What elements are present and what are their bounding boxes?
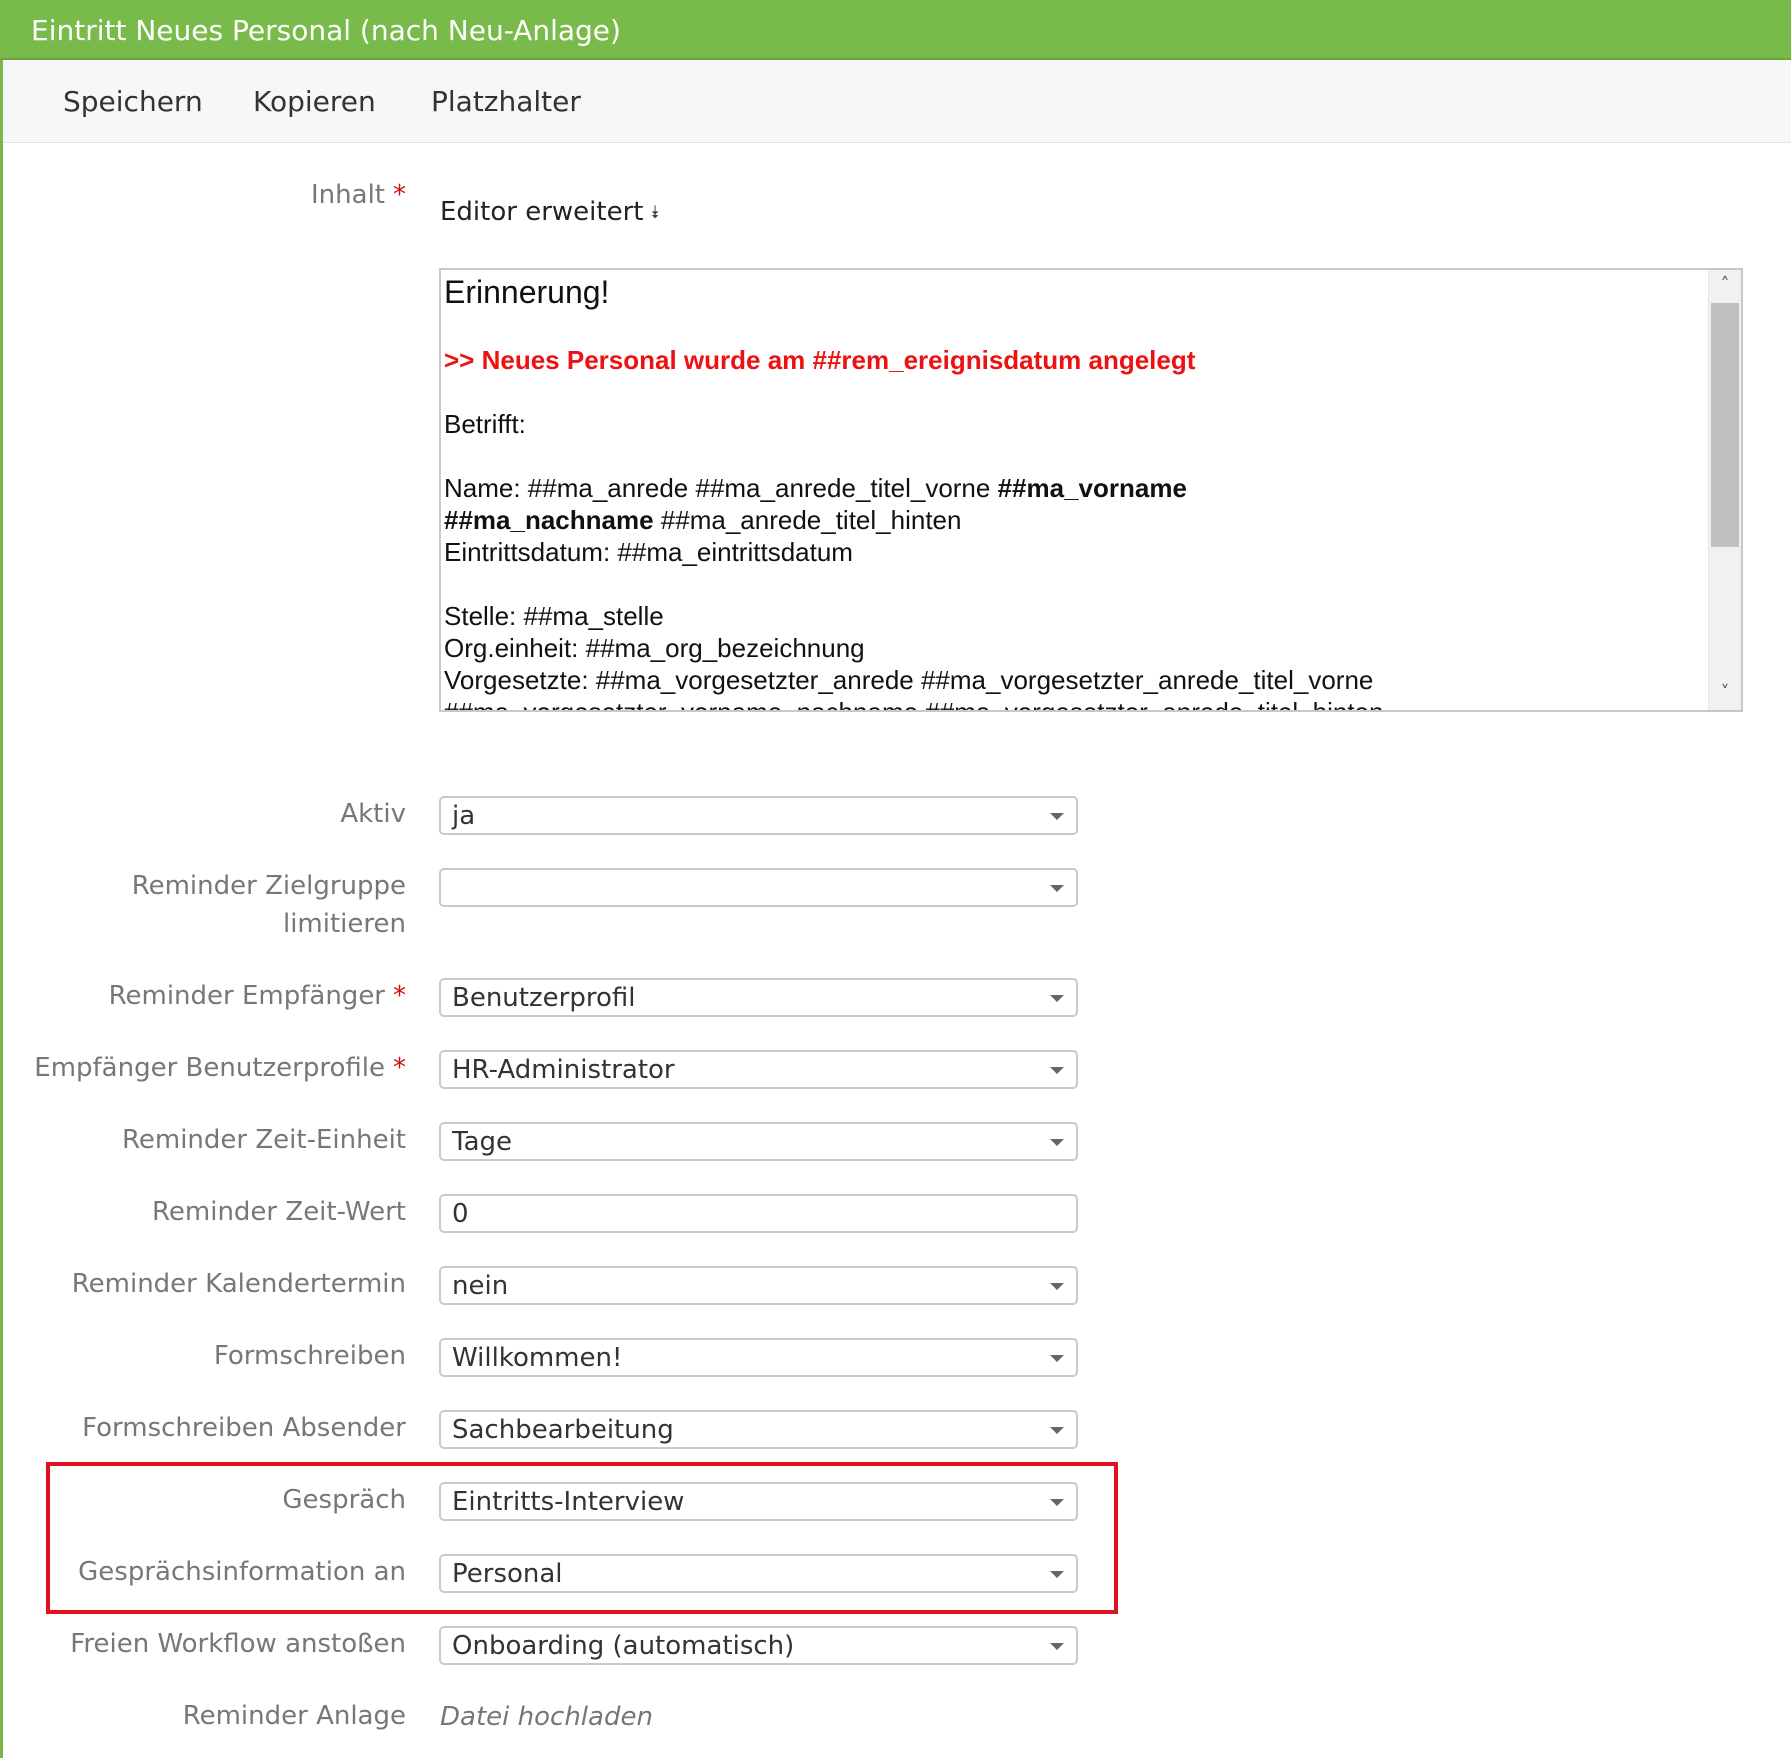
gespraechsinfo-label: Gesprächsinformation an xyxy=(78,1557,406,1587)
content-label-text: Inhalt xyxy=(311,180,385,210)
gespraechsinfo-value: Personal xyxy=(452,1559,563,1589)
caret-down-icon xyxy=(1050,885,1064,892)
zeit-wert-value: 0 xyxy=(452,1199,469,1229)
required-marker: * xyxy=(393,1053,406,1083)
caret-down-icon xyxy=(1050,995,1064,1002)
zielgruppe-label-line2: limitieren xyxy=(282,909,406,939)
editor-blank xyxy=(444,312,1704,344)
toolbar: Speichern Kopieren Platzhalter xyxy=(3,60,1791,143)
formschreiben-value: Willkommen! xyxy=(452,1343,623,1373)
formschreiben-select[interactable]: Willkommen! xyxy=(439,1338,1078,1377)
zeit-einheit-value: Tage xyxy=(452,1127,513,1157)
caret-down-icon xyxy=(1050,1355,1064,1362)
absender-label: Formschreiben Absender xyxy=(82,1413,406,1443)
dialog-title: Eintritt Neues Personal (nach Neu-Anlage… xyxy=(0,0,1791,60)
editor-blank xyxy=(444,440,1704,472)
zielgruppe-label-line1: Reminder Zielgruppe xyxy=(131,871,406,901)
aktiv-value: ja xyxy=(452,801,476,831)
anlage-label: Reminder Anlage xyxy=(182,1701,406,1731)
chevron-up-icon[interactable]: ˄ xyxy=(1709,270,1741,300)
zeit-einheit-label: Reminder Zeit-Einheit xyxy=(121,1125,406,1155)
editor-blank xyxy=(444,568,1704,600)
benutzerprofile-value: HR-Administrator xyxy=(452,1055,675,1085)
window-left-border xyxy=(0,0,3,1758)
kalendertermin-value: nein xyxy=(452,1271,509,1301)
benutzerprofile-label-text: Empfänger Benutzerprofile xyxy=(34,1053,385,1083)
zielgruppe-label: Reminder Zielgruppe limitieren xyxy=(132,867,406,943)
zeit-einheit-select[interactable]: Tage xyxy=(439,1122,1078,1161)
zeit-wert-input[interactable]: 0 xyxy=(439,1194,1078,1233)
workflow-value: Onboarding (automatisch) xyxy=(452,1631,795,1661)
kalendertermin-label: Reminder Kalendertermin xyxy=(71,1269,406,1299)
editor-name-line: Name: ##ma_anrede ##ma_anrede_titel_vorn… xyxy=(444,472,1704,504)
copy-button[interactable]: Kopieren xyxy=(253,60,376,143)
double-chevron-down-icon: ⯯ xyxy=(649,202,661,223)
required-marker: * xyxy=(393,981,406,1011)
editor-vorname: ##ma_vorname xyxy=(997,473,1187,503)
benutzerprofile-label: Empfänger Benutzerprofile * xyxy=(34,1049,406,1087)
editor-vorgesetzte: Vorgesetzte: ##ma_vorgesetzter_anrede ##… xyxy=(444,665,1374,695)
workflow-label: Freien Workflow anstoßen xyxy=(70,1629,406,1659)
caret-down-icon xyxy=(1050,1067,1064,1074)
benutzerprofile-select[interactable]: HR-Administrator xyxy=(439,1050,1078,1089)
workflow-select[interactable]: Onboarding (automatisch) xyxy=(439,1626,1078,1665)
chevron-down-icon[interactable]: ˅ xyxy=(1709,678,1741,708)
gespraech-value: Eintritts-Interview xyxy=(452,1487,685,1517)
file-upload-link[interactable]: Datei hochladen xyxy=(440,1698,653,1736)
editor-name-prefix: Name: ##ma_anrede ##ma_anrede_titel_vorn… xyxy=(444,473,998,503)
zeit-wert-label: Reminder Zeit-Wert xyxy=(152,1197,406,1227)
dialog-window: Eintritt Neues Personal (nach Neu-Anlage… xyxy=(0,0,1791,1758)
content-label: Inhalt * xyxy=(311,176,406,214)
editor-toggle-label: Editor erweitert xyxy=(440,197,644,227)
empfaenger-label: Reminder Empfänger * xyxy=(109,977,406,1015)
editor-content[interactable]: Erinnerung! >> Neues Personal wurde am #… xyxy=(444,270,1704,712)
editor-blank xyxy=(444,376,1704,408)
empfaenger-value: Benutzerprofil xyxy=(452,983,636,1013)
editor-vorgesetzte-2: ##ma_vorgesetzter_vorname_nachname ##ma_… xyxy=(444,697,1384,712)
zielgruppe-select[interactable] xyxy=(439,868,1078,907)
editor-eintritt: Eintrittsdatum: ##ma_eintrittsdatum xyxy=(444,537,853,567)
editor-scrollbar[interactable]: ˄ ˅ xyxy=(1708,270,1741,710)
caret-down-icon xyxy=(1050,1643,1064,1650)
aktiv-label: Aktiv xyxy=(340,799,406,829)
caret-down-icon xyxy=(1050,1139,1064,1146)
formschreiben-label: Formschreiben xyxy=(213,1341,406,1371)
kalendertermin-select[interactable]: nein xyxy=(439,1266,1078,1305)
editor-name-suffix: ##ma_anrede_titel_hinten xyxy=(653,505,962,535)
absender-select[interactable]: Sachbearbeitung xyxy=(439,1410,1078,1449)
gespraech-label: Gespräch xyxy=(282,1485,406,1515)
editor-stelle: Stelle: ##ma_stelle xyxy=(444,601,664,631)
editor-nachname: ##ma_nachname xyxy=(444,505,654,535)
editor-red-line: >> Neues Personal wurde am ##rem_ereigni… xyxy=(444,345,1196,375)
caret-down-icon xyxy=(1050,1499,1064,1506)
empfaenger-label-text: Reminder Empfänger xyxy=(108,981,385,1011)
scrollbar-thumb[interactable] xyxy=(1711,303,1739,547)
caret-down-icon xyxy=(1050,1571,1064,1578)
required-marker: * xyxy=(393,180,406,210)
editor-heading: Erinnerung! xyxy=(444,274,610,310)
editor-orgeinheit: Org.einheit: ##ma_org_bezeichnung xyxy=(444,633,865,663)
editor-extended-toggle[interactable]: Editor erweitert ⯯ xyxy=(440,194,660,231)
placeholder-button[interactable]: Platzhalter xyxy=(431,60,581,143)
gespraech-select[interactable]: Eintritts-Interview xyxy=(439,1482,1078,1521)
save-button[interactable]: Speichern xyxy=(63,60,203,143)
caret-down-icon xyxy=(1050,1283,1064,1290)
aktiv-select[interactable]: ja xyxy=(439,796,1078,835)
editor-betrifft: Betrifft: xyxy=(444,409,526,439)
content-editor[interactable]: Erinnerung! >> Neues Personal wurde am #… xyxy=(439,268,1743,712)
caret-down-icon xyxy=(1050,1427,1064,1434)
absender-value: Sachbearbeitung xyxy=(452,1415,674,1445)
caret-down-icon xyxy=(1050,813,1064,820)
gespraechsinfo-select[interactable]: Personal xyxy=(439,1554,1078,1593)
empfaenger-select[interactable]: Benutzerprofil xyxy=(439,978,1078,1017)
editor-name-line-2: ##ma_nachname ##ma_anrede_titel_hinten xyxy=(444,504,1704,536)
